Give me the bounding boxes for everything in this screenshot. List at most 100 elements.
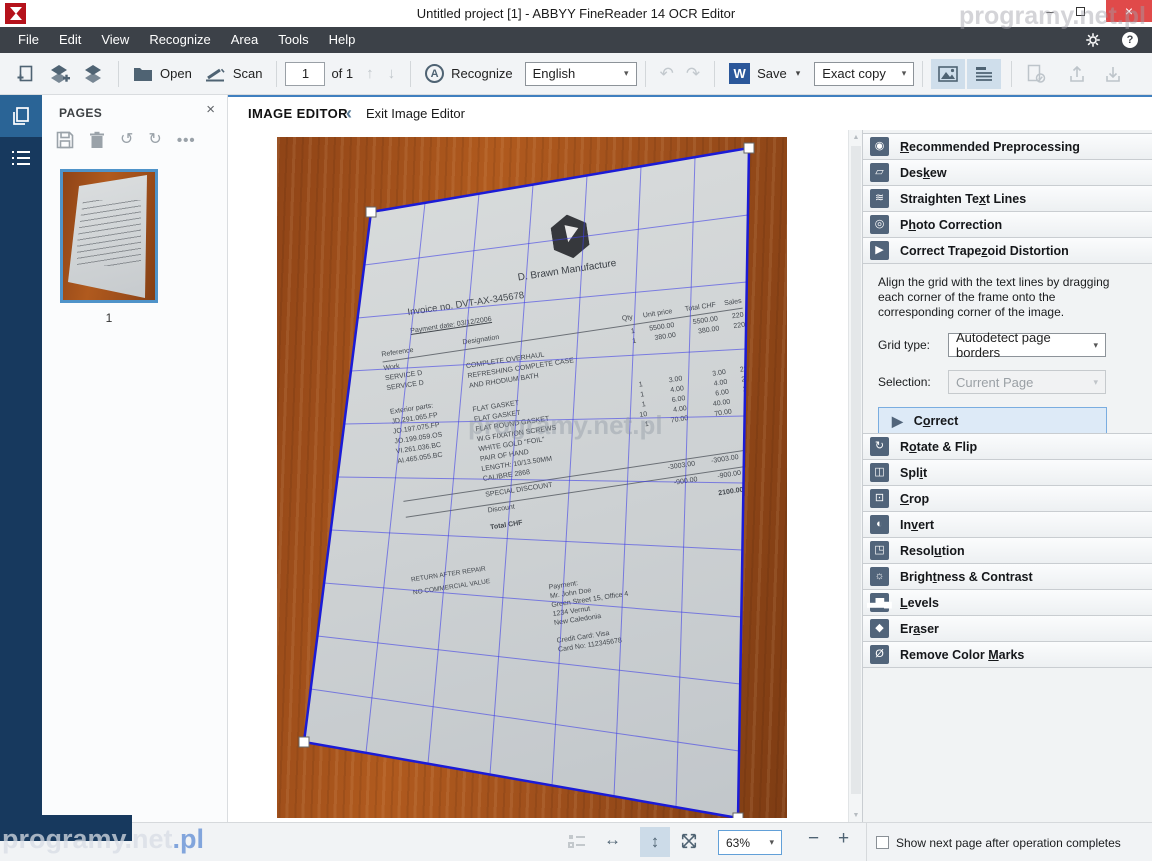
fit-height-button[interactable]: ↕	[640, 827, 670, 857]
exit-image-editor-link[interactable]: Exit Image Editor	[366, 106, 465, 121]
help-icon[interactable]: ?	[1122, 32, 1138, 48]
more-options-icon[interactable]: •••	[177, 132, 196, 149]
maximize-button[interactable]	[1066, 0, 1094, 22]
pages-panel-tab[interactable]	[0, 95, 42, 137]
undo-icon[interactable]: ↶	[654, 64, 680, 84]
image-editor-title: IMAGE EDITOR	[248, 106, 348, 121]
image-stack-icon[interactable]	[76, 60, 110, 88]
language-select[interactable]: English ▾	[525, 62, 637, 86]
rotate-right-icon[interactable]: ↻	[148, 132, 161, 148]
separator	[1011, 61, 1012, 87]
tool-item[interactable]: Resolution	[863, 538, 1152, 564]
document-photo: D. Brawn Manufacture Invoice no. DVT-AX-…	[277, 137, 787, 818]
new-project-button[interactable]	[10, 60, 42, 88]
scrollbar-thumb[interactable]	[851, 146, 861, 794]
tool-item[interactable]: Invert	[863, 512, 1152, 538]
list-panel-tab[interactable]	[0, 137, 42, 179]
tool-item[interactable]: Brightness & Contrast	[863, 564, 1152, 590]
image-tools-panel: Recommended Preprocessing Deskew Straigh…	[862, 130, 1152, 822]
view-options-icon[interactable]	[568, 833, 586, 849]
image-editor-header: IMAGE EDITOR ‹ Exit Image Editor	[228, 95, 1152, 130]
fit-page-button[interactable]	[680, 832, 698, 850]
tool-item[interactable]: Correct Trapezoid Distortion	[863, 238, 1152, 264]
zoom-select[interactable]: 63% ▾	[718, 830, 782, 855]
tool-item[interactable]: Recommended Preprocessing	[863, 134, 1152, 160]
word-icon: W	[729, 63, 750, 84]
send-up-icon[interactable]	[1062, 60, 1092, 88]
maximize-icon	[1076, 7, 1085, 16]
menu-item[interactable]: View	[91, 27, 139, 53]
menu-item[interactable]: Edit	[49, 27, 91, 53]
redo-icon[interactable]: ↷	[680, 64, 706, 84]
chevron-down-icon: ▾	[769, 837, 774, 848]
next-page-arrow-icon[interactable]: ↓	[381, 65, 403, 82]
recognize-button[interactable]: A Recognize	[419, 60, 518, 87]
show-next-page-label: Show next page after operation completes	[896, 836, 1121, 850]
tool-item[interactable]: Rotate & Flip	[863, 434, 1152, 460]
save-dropdown-icon[interactable]: ▾	[796, 68, 801, 79]
save-label: Save	[757, 66, 787, 81]
show-next-page-checkbox[interactable]	[876, 836, 889, 849]
page-number-input[interactable]	[285, 62, 325, 86]
page-thumbnail-number: 1	[60, 311, 158, 325]
scroll-up-icon[interactable]: ▲	[849, 130, 863, 144]
gear-icon[interactable]	[1084, 31, 1102, 49]
fit-width-button[interactable]: ↔	[604, 830, 621, 850]
minimize-button[interactable]: –	[1036, 0, 1064, 22]
tool-item[interactable]: Eraser	[863, 616, 1152, 642]
text-view-toggle[interactable]	[967, 59, 1001, 89]
tool-item[interactable]: Crop	[863, 486, 1152, 512]
delete-page-icon[interactable]	[89, 131, 105, 149]
tool-item[interactable]: Split	[863, 460, 1152, 486]
menu-item[interactable]: Area	[221, 27, 268, 53]
close-icon[interactable]: ×	[206, 101, 215, 118]
brightness-icon	[870, 567, 889, 586]
tools-top-group: Recommended Preprocessing Deskew Straigh…	[863, 133, 1152, 264]
zoom-out-button[interactable]: −	[808, 828, 819, 850]
close-button[interactable]: ×	[1106, 0, 1152, 22]
open-label: Open	[160, 66, 192, 81]
title-bar: Untitled project [1] - ABBYY FineReader …	[0, 0, 1152, 27]
trapezoid-options-panel: Align the grid with the text lines by dr…	[863, 264, 1152, 433]
tool-item[interactable]: Deskew	[863, 160, 1152, 186]
separator	[922, 61, 923, 87]
correct-button[interactable]: ▶ Correct	[878, 407, 1107, 435]
trapezoid-grid[interactable]	[277, 137, 787, 818]
verify-page-icon[interactable]	[1020, 60, 1052, 88]
separator	[276, 61, 277, 87]
pages-panel-title: PAGES	[59, 106, 102, 120]
format-select[interactable]: Exact copy ▾	[814, 62, 914, 86]
grid-type-select[interactable]: Autodetect page borders ▾	[948, 333, 1106, 357]
open-button[interactable]: Open	[127, 62, 198, 86]
language-value: English	[533, 66, 576, 81]
tool-item[interactable]: Straighten Text Lines	[863, 186, 1152, 212]
separator	[118, 61, 119, 87]
send-down-icon[interactable]	[1098, 60, 1128, 88]
zoom-in-button[interactable]: +	[838, 828, 849, 850]
menu-item[interactable]: Help	[319, 27, 366, 53]
crop-icon	[870, 489, 889, 508]
image-view-toggle[interactable]	[931, 59, 965, 89]
pages-toolbar: ↺ ↻ •••	[56, 131, 196, 149]
window-title: Untitled project [1] - ABBYY FineReader …	[0, 6, 1152, 21]
grid-type-label: Grid type:	[878, 338, 948, 352]
back-chevron-icon[interactable]: ‹	[346, 103, 352, 124]
tool-item[interactable]: Photo Correction	[863, 212, 1152, 238]
menu-item[interactable]: File	[8, 27, 49, 53]
rotate-left-icon[interactable]: ↺	[120, 132, 133, 148]
page-thumbnail[interactable]	[60, 169, 158, 303]
previous-page-arrow-icon[interactable]: ↑	[359, 65, 381, 82]
save-word-button[interactable]: W Save ▾	[723, 59, 806, 88]
thumbnail-text-lines	[77, 200, 141, 266]
canvas-scrollbar[interactable]: ▲ ▼	[848, 130, 862, 822]
main-toolbar: Open Scan of 1 ↑ ↓ A Recognize English ▾…	[0, 53, 1152, 95]
tool-item[interactable]: Levels	[863, 590, 1152, 616]
scan-button[interactable]: Scan	[198, 61, 269, 87]
menu-item[interactable]: Recognize	[139, 27, 220, 53]
add-images-icon[interactable]	[42, 60, 76, 88]
scroll-down-icon[interactable]: ▼	[849, 808, 863, 822]
split-pages-icon	[870, 463, 889, 482]
save-page-icon[interactable]	[56, 131, 74, 149]
menu-item[interactable]: Tools	[268, 27, 318, 53]
tool-item[interactable]: Remove Color Marks	[863, 642, 1152, 668]
